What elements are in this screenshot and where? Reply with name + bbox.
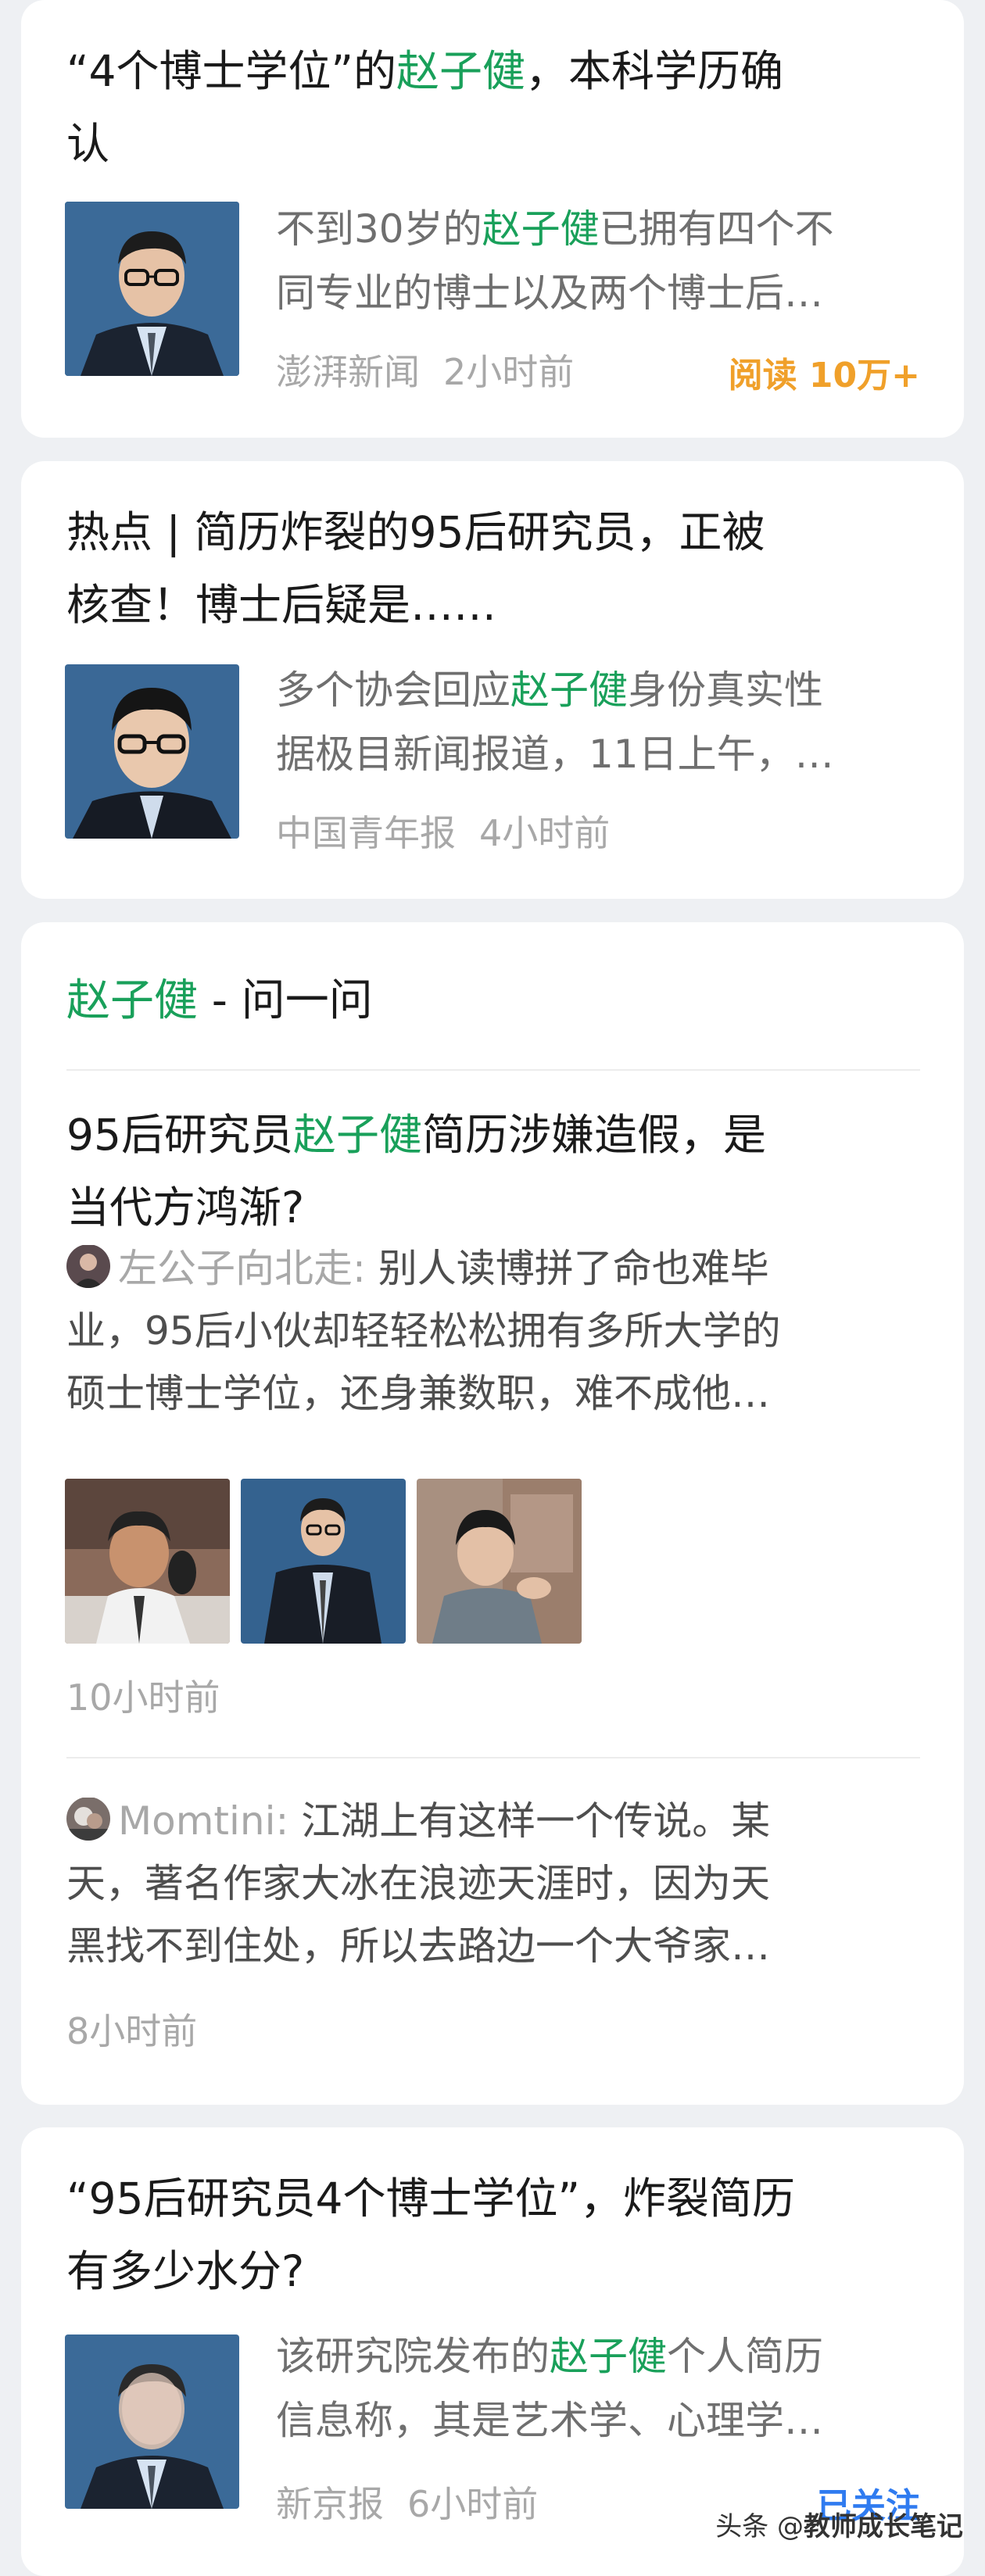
news-title[interactable]: 热点 | 简历炸裂的95后研究员，正被 核查！博士后疑是…… bbox=[66, 496, 926, 642]
user-avatar bbox=[66, 1244, 110, 1288]
portrait-photo bbox=[65, 202, 239, 376]
news-thumbnail[interactable] bbox=[65, 2334, 239, 2509]
news-snippet: 多个协会回应赵子健身份真实性 据极目新闻报道，11日上午，… bbox=[276, 667, 834, 777]
answer-image-3[interactable] bbox=[417, 1479, 582, 1644]
news-source[interactable]: 中国青年报 bbox=[276, 812, 456, 854]
answer-item[interactable]: Momtini: 江湖上有这样一个传说。某 天，著名作家大冰在浪迹天涯时，因为天… bbox=[66, 1790, 926, 1977]
answer-time: 8小时前 bbox=[66, 2010, 198, 2052]
news-source[interactable]: 澎湃新闻 bbox=[276, 351, 420, 393]
news-snippet: 该研究院发布的赵子健个人简历 信息称，其是艺术学、心理学… bbox=[276, 2334, 823, 2443]
divider bbox=[66, 1069, 920, 1071]
ask-question[interactable]: 95后研究员赵子健简历涉嫌造假，是 当代方鸿渐? bbox=[66, 1099, 926, 1244]
portrait-photo bbox=[65, 664, 239, 839]
news-card-1[interactable]: “4个博士学位”的赵子健，本科学历确 认 不到30岁的赵子健已拥有四个不 同专业… bbox=[21, 0, 964, 438]
portrait-photo bbox=[65, 2334, 239, 2509]
answer-username[interactable]: 左公子向北走: bbox=[118, 1246, 366, 1291]
news-meta: 新京报 6小时前 bbox=[276, 2476, 538, 2528]
answer-image-2[interactable] bbox=[241, 1479, 406, 1644]
answer-item[interactable]: 左公子向北走: 别人读博拼了命也难毕 业，95后小伙却轻轻松松拥有多所大学的 硕… bbox=[66, 1237, 926, 1425]
news-time: 6小时前 bbox=[407, 2483, 539, 2525]
answer-image-1[interactable] bbox=[65, 1479, 230, 1644]
answer-time: 10小时前 bbox=[66, 1676, 220, 1719]
news-title[interactable]: “95后研究员4个博士学位”，炸裂简历 有多少水分? bbox=[66, 2163, 926, 2308]
answer-username[interactable]: Momtini: bbox=[118, 1798, 288, 1844]
divider bbox=[66, 1757, 920, 1758]
ask-card: 赵子健 - 问一问 95后研究员赵子健简历涉嫌造假，是 当代方鸿渐? 左公子向北… bbox=[21, 922, 964, 2105]
news-snippet: 不到30岁的赵子健已拥有四个不 同专业的博士以及两个博士后… bbox=[276, 206, 834, 316]
watermark: 头条 @教师成长笔记 bbox=[715, 2511, 963, 2542]
read-count-badge: 阅读 10万+ bbox=[728, 356, 920, 395]
news-title[interactable]: “4个博士学位”的赵子健，本科学历确 认 bbox=[66, 35, 926, 181]
news-thumbnail[interactable] bbox=[65, 664, 239, 839]
news-time: 2小时前 bbox=[443, 351, 575, 393]
news-thumbnail[interactable] bbox=[65, 202, 239, 376]
news-meta: 中国青年报 4小时前 bbox=[276, 805, 610, 857]
user-avatar bbox=[66, 1797, 110, 1841]
news-card-2[interactable]: 热点 | 简历炸裂的95后研究员，正被 核查！博士后疑是…… 多个协会回应赵子健… bbox=[21, 461, 964, 899]
news-meta: 澎湃新闻 2小时前 bbox=[276, 344, 574, 395]
ask-header[interactable]: 赵子健 - 问一问 bbox=[66, 965, 373, 1029]
news-source[interactable]: 新京报 bbox=[276, 2483, 384, 2525]
news-time: 4小时前 bbox=[479, 812, 611, 854]
